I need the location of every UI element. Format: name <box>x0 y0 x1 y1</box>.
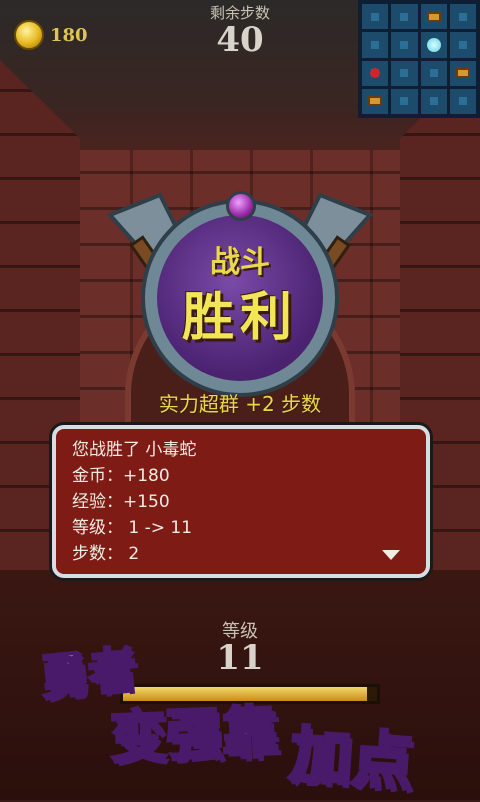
shield-gem-icon <box>226 191 256 221</box>
minimap-cell <box>420 60 447 86</box>
minimap-cell-chest <box>449 60 476 86</box>
minimap-cell <box>420 88 447 114</box>
minimap-cell <box>391 32 418 58</box>
victory-emblem: 战斗 胜利 <box>90 185 390 395</box>
minimap-cell <box>449 32 476 58</box>
bonus-steps-text: 实力超群 +2 步数 <box>158 392 322 416</box>
minimap-cell <box>449 88 476 114</box>
minimap-cell <box>362 4 389 30</box>
experience-bar <box>120 684 380 704</box>
continue-arrow-icon[interactable] <box>382 550 400 560</box>
minimap-cell-player <box>420 32 447 58</box>
minimap-cell-chest <box>362 88 389 114</box>
steps-reward-line: 步数： 2 <box>72 544 140 564</box>
level-change-line: 等级： 1 -> 11 <box>72 518 193 538</box>
minimap-cell <box>362 32 389 58</box>
minimap-cell <box>449 4 476 30</box>
defeated-enemy-line: 您战胜了 小毒蛇 <box>72 440 197 460</box>
minimap-cell <box>391 60 418 86</box>
minimap-cell-enemy <box>362 60 389 86</box>
minimap-cell-chest <box>420 4 447 30</box>
experience-bar-fill <box>123 687 367 701</box>
minimap-cell <box>391 88 418 114</box>
battle-result-dialog[interactable]: 您战胜了 小毒蛇 金币：+180 经验：+150 等级： 1 -> 11 步数：… <box>52 425 430 578</box>
minimap[interactable] <box>358 0 480 118</box>
level-value: 11 <box>216 638 264 678</box>
victory-title: 胜利 <box>181 288 298 348</box>
gold-reward-line: 金币：+180 <box>72 466 170 486</box>
minimap-cell <box>391 4 418 30</box>
exp-reward-line: 经验：+150 <box>72 492 170 512</box>
